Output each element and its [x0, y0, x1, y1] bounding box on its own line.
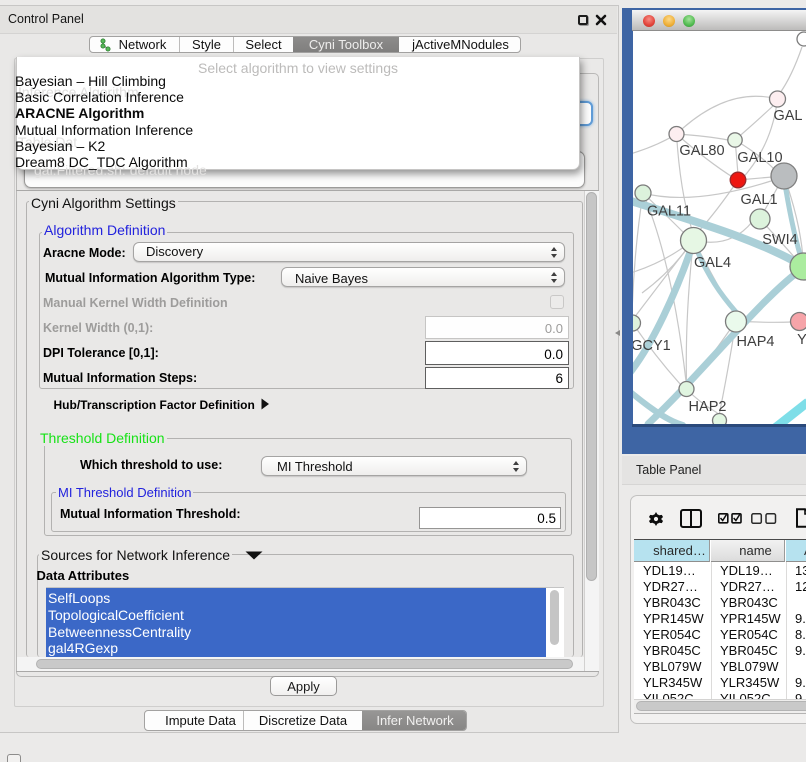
svg-text:GCY1: GCY1 [633, 338, 671, 354]
svg-text:Y: Y [797, 332, 806, 348]
svg-text:GAL11: GAL11 [647, 204, 691, 220]
svg-text:GAL80: GAL80 [679, 143, 724, 159]
svg-text:HAP4: HAP4 [737, 334, 775, 350]
svg-text:GAL4: GAL4 [694, 255, 731, 271]
svg-text:GAL10: GAL10 [737, 150, 782, 166]
svg-text:SWI4: SWI4 [762, 232, 797, 248]
svg-text:GAL1: GAL1 [740, 192, 777, 208]
svg-text:HAP2: HAP2 [689, 399, 727, 415]
svg-text:GAL: GAL [773, 108, 802, 124]
